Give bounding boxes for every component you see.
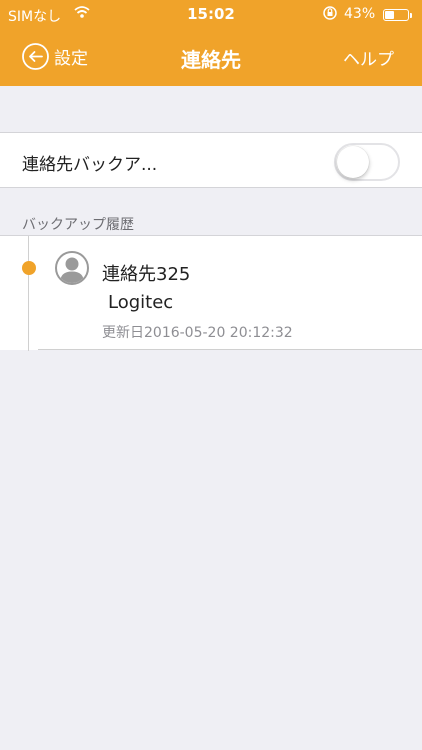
timeline-dot	[22, 261, 36, 275]
backup-entry-device: Logitec	[108, 292, 174, 313]
contact-avatar-icon	[55, 251, 89, 285]
backup-history-header: バックアップ履歴	[22, 217, 134, 233]
battery-tip	[410, 13, 412, 18]
help-button[interactable]: ヘルプ	[343, 45, 394, 70]
battery-percent: 43%	[344, 6, 376, 22]
status-bar: SIMなし 15:02 43%	[0, 0, 422, 28]
backup-toggle-row: 連絡先バックア...	[0, 132, 422, 188]
backup-toggle-switch[interactable]	[334, 143, 400, 181]
battery-icon	[383, 9, 409, 21]
battery-fill	[385, 11, 394, 19]
backup-toggle-label: 連絡先バックア...	[22, 155, 158, 175]
backup-entry-name[interactable]: 連絡先325	[102, 260, 190, 286]
divider	[38, 349, 422, 350]
toggle-knob	[337, 146, 369, 178]
backup-history-list: 連絡先325 Logitec 更新日2016-05-20 20:12:32	[0, 235, 422, 351]
timeline-line	[28, 236, 29, 351]
header-bar: SIMなし 15:02 43% 設定 連絡先 ヘルプ	[0, 0, 422, 86]
backup-entry-date: 更新日2016-05-20 20:12:32	[102, 325, 293, 341]
rotation-lock-icon	[322, 5, 338, 25]
